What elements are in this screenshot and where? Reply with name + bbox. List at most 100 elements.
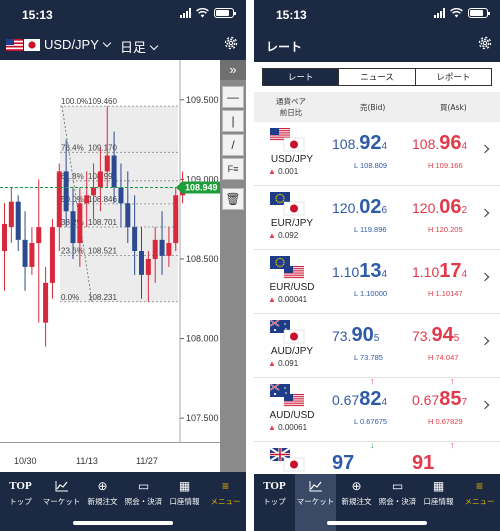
- ask-price[interactable]: 120.062: [412, 196, 467, 219]
- fibonacci-icon[interactable]: F≡: [222, 158, 244, 180]
- candle-body: [8, 201, 14, 228]
- chevron-right-icon[interactable]: [480, 336, 490, 346]
- col-bid: 売(Bid): [360, 103, 386, 112]
- high-price: H 1.10147: [428, 289, 463, 298]
- col-ask: 買(Ask): [440, 103, 467, 112]
- gear-icon[interactable]: [478, 36, 492, 50]
- nav-top[interactable]: TOP トップ: [254, 474, 295, 531]
- fib-level-price: 109.460: [88, 97, 117, 106]
- eur-jpy-flag-icon: [270, 192, 305, 216]
- candlestick-chart[interactable]: 109.500 109.000 108.500 108.000 107.500 100.0…: [0, 60, 220, 499]
- card-icon: ▭: [137, 479, 150, 493]
- nav-menu[interactable]: ≡ メニュー: [459, 474, 500, 531]
- signal-icon: [180, 8, 191, 18]
- low-price: L 73.785: [354, 353, 383, 362]
- tab-report[interactable]: レポート: [414, 69, 491, 85]
- chart-screen: 15:13 USD/JPY 日足 109.500 109.000 108.500 10…: [0, 0, 246, 531]
- rate-header: レート: [254, 28, 500, 62]
- top-icon: TOP: [263, 480, 286, 492]
- currency-pair-selector[interactable]: USD/JPY: [44, 37, 112, 52]
- fib-level-pct: 0.0%: [61, 293, 79, 302]
- chevron-down-icon: [149, 41, 159, 51]
- ask-price[interactable]: 73.945: [412, 324, 459, 347]
- timeframe-selector[interactable]: 日足: [120, 37, 159, 56]
- candle-body: [118, 187, 124, 204]
- triangle-up-icon: ▲: [268, 295, 276, 304]
- ask-price[interactable]: 1.10174: [412, 260, 467, 283]
- fib-level-pct: 76.4%: [61, 143, 84, 152]
- rate-row-eur-usd[interactable]: EUR/USD ▲ 0.00041 1.10134 1.10174 L 1.10000 H…: [254, 250, 500, 314]
- ask-price[interactable]: 91: [412, 452, 434, 474]
- fib-level-price: 108.846: [88, 195, 117, 204]
- expand-toolbar-icon[interactable]: »: [220, 60, 246, 80]
- candle-body: [36, 227, 42, 244]
- rate-tabs: レート ニュース レポート: [262, 68, 492, 86]
- trash-icon[interactable]: 🗑: [222, 188, 244, 210]
- tab-rate[interactable]: レート: [263, 69, 339, 85]
- chart-header: USD/JPY 日足: [0, 28, 246, 60]
- candle-body: [63, 171, 69, 212]
- usd-jpy-flag-icon: [6, 39, 40, 51]
- bid-price[interactable]: 1.10134: [332, 260, 387, 283]
- vertical-line-icon[interactable]: |: [222, 110, 244, 132]
- candle-body: [97, 171, 103, 188]
- low-price: L 1.10000: [354, 289, 388, 298]
- table-icon: ▦: [178, 479, 191, 493]
- chevron-right-icon[interactable]: [480, 144, 490, 154]
- rate-row-gbp-jpy[interactable]: 97 91 ↓ ↑: [254, 440, 500, 474]
- pair-name: AUD/JPY: [270, 346, 314, 357]
- tab-news[interactable]: ニュース: [338, 69, 415, 85]
- status-time: 15:13: [276, 8, 307, 22]
- bid-price[interactable]: 108.924: [332, 132, 387, 155]
- menu-icon: ≡: [475, 479, 483, 493]
- status-bar: 15:13: [254, 0, 500, 28]
- nav-top[interactable]: TOP トップ: [0, 474, 41, 531]
- triangle-up-icon: ▲: [268, 167, 276, 176]
- chevron-right-icon[interactable]: [480, 400, 490, 410]
- candle-body: [56, 171, 62, 228]
- y-tick-label: 108.000: [186, 334, 219, 344]
- battery-icon: [468, 8, 490, 18]
- rate-row-aud-jpy[interactable]: AUD/JPY ▲ 0.091 73.905 73.945 L 73.785 H 74.0…: [254, 314, 500, 378]
- status-time: 15:13: [22, 8, 53, 22]
- candle-body: [166, 243, 172, 256]
- table-icon: ▦: [432, 479, 445, 493]
- chart-line-icon: [295, 479, 336, 493]
- day-change: ▲ 0.092: [268, 231, 299, 240]
- pair-name: USD/JPY: [270, 154, 314, 165]
- collapse-icon[interactable]: —: [222, 86, 244, 108]
- chevron-right-icon[interactable]: [480, 272, 490, 282]
- rate-list-panel: レート ニュース レポート 通貨ペア 前日比 売(Bid) 買(Ask) USD/…: [254, 62, 500, 474]
- candle-body: [49, 227, 55, 283]
- bid-price[interactable]: 0.67824: [332, 388, 387, 411]
- y-tick-label: 109.500: [186, 95, 219, 105]
- top-icon: TOP: [9, 480, 32, 492]
- bid-price[interactable]: 73.905: [332, 324, 379, 347]
- candle-body: [139, 251, 144, 275]
- bid-price[interactable]: 97: [332, 452, 354, 474]
- candle-body: [159, 239, 165, 256]
- chart-canvas[interactable]: 109.500109.000108.500108.000107.500100.0…: [0, 60, 220, 442]
- gear-icon[interactable]: [224, 36, 238, 50]
- candle-body: [132, 227, 138, 251]
- day-change: ▲ 0.091: [268, 359, 299, 368]
- status-icons: [434, 8, 490, 18]
- rate-screen: 15:13 レート レート ニュース レポート 通貨ペア 前日比 売(Bid) 買…: [254, 0, 500, 531]
- candle-body: [2, 223, 7, 251]
- plus-circle-icon: ⊕: [97, 479, 108, 493]
- candle-body: [43, 282, 49, 323]
- ask-price[interactable]: 108.964: [412, 132, 467, 155]
- chevron-right-icon[interactable]: [480, 208, 490, 218]
- home-indicator: [327, 521, 427, 525]
- bid-price[interactable]: 120.026: [332, 196, 387, 219]
- rate-row-usd-jpy[interactable]: USD/JPY ▲ 0.001 108.924 108.964 L 108.809 H 1…: [254, 122, 500, 186]
- x-tick: 11/27: [136, 456, 158, 466]
- nav-menu[interactable]: ≡ メニュー: [205, 474, 246, 531]
- current-price-label: 108.949: [185, 182, 218, 192]
- triangle-up-icon: ▲: [268, 231, 276, 240]
- rate-row-eur-jpy[interactable]: EUR/JPY ▲ 0.092 120.026 120.062 L 119.896 H 1…: [254, 186, 500, 250]
- trendline-icon[interactable]: /: [222, 134, 244, 156]
- low-price: L 0.67675: [354, 417, 388, 426]
- ask-price[interactable]: 0.67857: [412, 388, 467, 411]
- rate-row-aud-usd[interactable]: AUD/USD ▲ 0.00061 0.67824 0.67857 L 0.67675 H…: [254, 376, 500, 442]
